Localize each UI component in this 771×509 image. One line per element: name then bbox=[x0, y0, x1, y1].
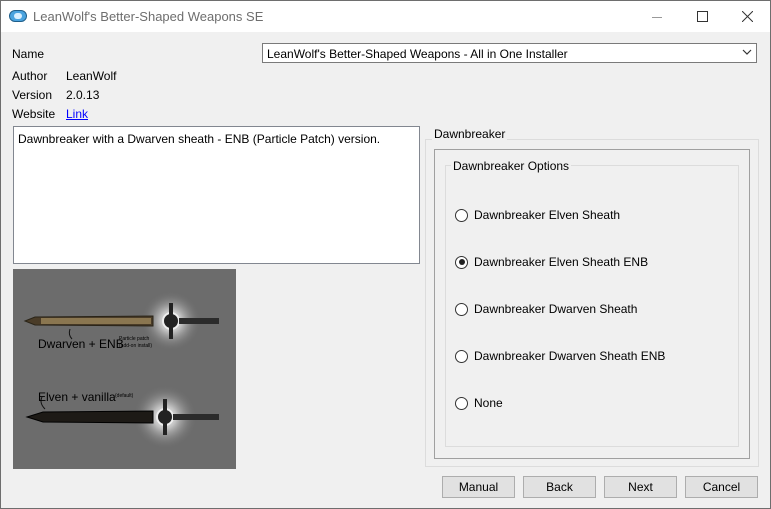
name-dropdown[interactable]: LeanWolf's Better-Shaped Weapons - All i… bbox=[262, 43, 757, 63]
dawnbreaker-options-title: Dawnbreaker Options bbox=[451, 159, 572, 173]
radio-button[interactable] bbox=[455, 396, 468, 410]
option-none[interactable]: None bbox=[455, 395, 503, 411]
sword-preview-graphic bbox=[23, 291, 219, 449]
close-icon bbox=[741, 11, 753, 22]
website-link[interactable]: Link bbox=[66, 107, 88, 121]
name-label: Name bbox=[12, 47, 45, 61]
version-label: Version bbox=[12, 88, 53, 102]
maximize-icon bbox=[696, 11, 708, 22]
next-button[interactable]: Next bbox=[604, 476, 677, 498]
chevron-down-icon bbox=[742, 49, 752, 55]
mod-organizer-icon bbox=[9, 10, 27, 22]
cancel-button[interactable]: Cancel bbox=[685, 476, 758, 498]
preview-caption-bottom-note: (default) bbox=[115, 393, 134, 399]
dawnbreaker-group-title: Dawnbreaker bbox=[432, 127, 508, 141]
option-label: Dawnbreaker Elven Sheath ENB bbox=[474, 255, 649, 269]
preview-caption-top-note: Particle patch bbox=[119, 336, 150, 342]
option-label: Dawnbreaker Dwarven Sheath bbox=[474, 302, 638, 316]
description-text: Dawnbreaker with a Dwarven sheath - ENB … bbox=[18, 132, 381, 146]
minimize-button[interactable] bbox=[634, 1, 680, 32]
option-label: None bbox=[474, 396, 503, 410]
radio-button[interactable] bbox=[455, 349, 468, 363]
radio-button-selected[interactable] bbox=[455, 255, 468, 269]
version-value: 2.0.13 bbox=[66, 88, 100, 102]
option-label: Dawnbreaker Dwarven Sheath ENB bbox=[474, 349, 666, 363]
website-label: Website bbox=[12, 107, 56, 121]
radio-button[interactable] bbox=[455, 302, 468, 316]
radio-button[interactable] bbox=[455, 208, 468, 222]
option-elven-sheath-enb[interactable]: Dawnbreaker Elven Sheath ENB bbox=[455, 254, 648, 270]
option-label: Dawnbreaker Elven Sheath bbox=[474, 208, 621, 222]
window-title: LeanWolf's Better-Shaped Weapons SE bbox=[33, 9, 264, 24]
minimize-icon bbox=[652, 16, 662, 18]
maximize-button[interactable] bbox=[679, 1, 725, 32]
preview-caption-bottom: Elven + vanilla bbox=[38, 390, 116, 404]
option-dwarven-sheath-enb[interactable]: Dawnbreaker Dwarven Sheath ENB bbox=[455, 348, 665, 364]
author-label: Author bbox=[12, 69, 48, 83]
preview-image: Dwarven + ENB Particle patch (add-on ins… bbox=[13, 269, 236, 469]
name-dropdown-value: LeanWolf's Better-Shaped Weapons - All i… bbox=[267, 47, 568, 61]
option-elven-sheath[interactable]: Dawnbreaker Elven Sheath bbox=[455, 207, 620, 223]
preview-caption-top: Dwarven + ENB bbox=[38, 337, 124, 351]
close-button[interactable] bbox=[724, 1, 770, 32]
option-dwarven-sheath[interactable]: Dawnbreaker Dwarven Sheath bbox=[455, 301, 637, 317]
manual-button[interactable]: Manual bbox=[442, 476, 515, 498]
author-value: LeanWolf bbox=[66, 69, 117, 83]
title-bar: LeanWolf's Better-Shaped Weapons SE bbox=[1, 1, 770, 32]
installer-window: LeanWolf's Better-Shaped Weapons SE Name… bbox=[0, 0, 771, 509]
preview-caption-top-note-2: (add-on install) bbox=[119, 343, 153, 349]
description-box[interactable]: Dawnbreaker with a Dwarven sheath - ENB … bbox=[13, 126, 420, 264]
back-button[interactable]: Back bbox=[523, 476, 596, 498]
